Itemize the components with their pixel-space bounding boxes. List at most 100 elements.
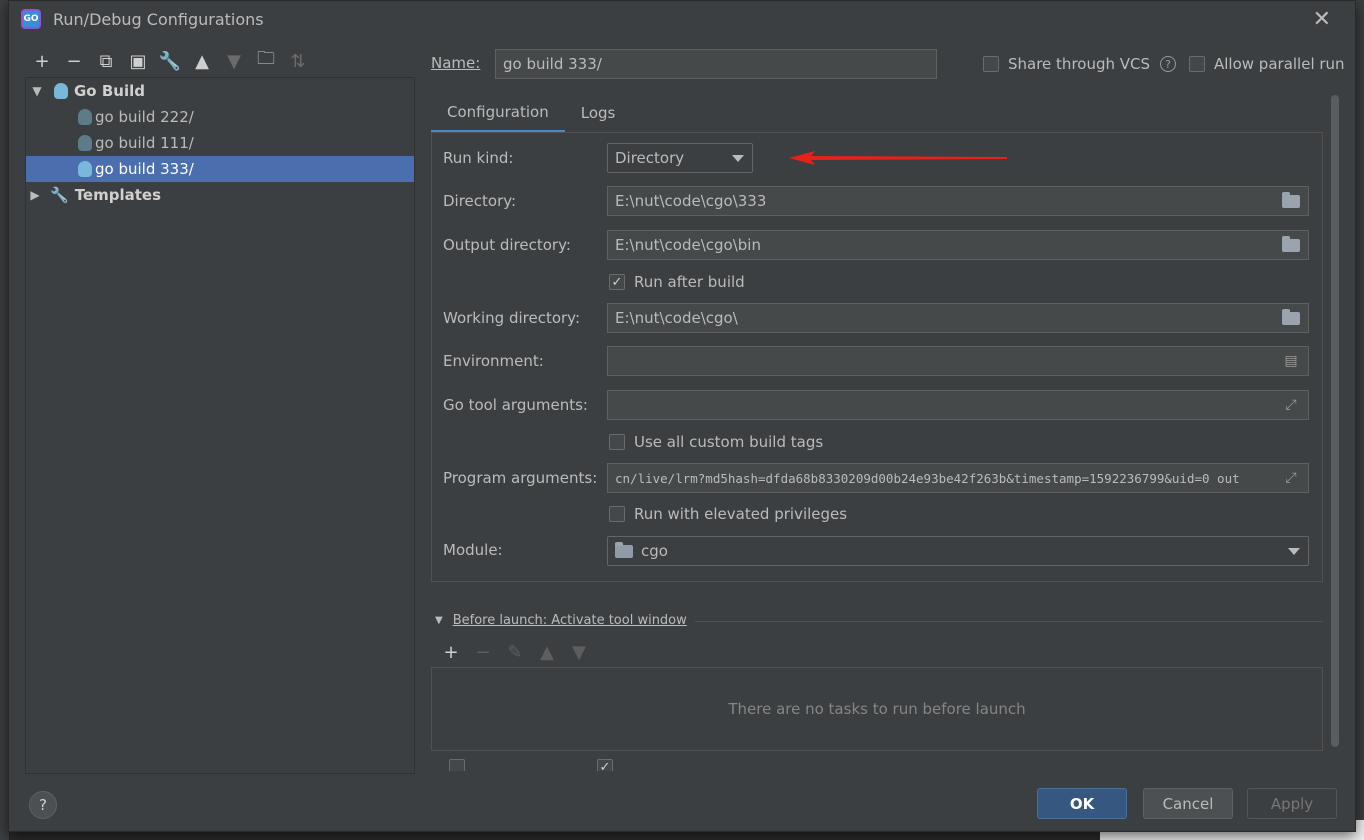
run-debug-dialog: GO Run/Debug Configurations ✕ + − ⧉ ▣ 🔧 … [8,0,1356,832]
folder-add-icon[interactable]: 🗀 [253,48,279,74]
custom-build-tags-checkbox[interactable]: Use all custom build tags [609,433,823,451]
collapsed-arrow-icon[interactable]: ▶ [26,188,44,202]
cut-off-checkbox-row: ✓ [439,757,839,771]
gopher-icon [54,83,68,99]
vertical-scrollbar[interactable] [1331,95,1339,747]
tree-item-go-build-333[interactable]: go build 333/ [26,156,414,182]
share-vcs-checkbox[interactable]: Share through VCS ? [983,55,1177,73]
move-down-icon[interactable]: ▼ [567,641,591,663]
checkbox-box[interactable] [609,506,625,522]
tab-configuration[interactable]: Configuration [431,93,565,133]
help-button[interactable]: ? [29,791,57,819]
run-kind-value: Directory [615,149,685,167]
browse-folder-icon[interactable] [1282,235,1300,253]
expanded-arrow-icon[interactable]: ▼ [435,615,443,626]
tree-item-go-build-111[interactable]: go build 111/ [26,130,414,156]
before-launch-toolbar: + − ✎ ▲ ▼ [439,641,591,663]
add-icon[interactable]: + [29,48,55,74]
annotation-arrow [789,151,1007,165]
checkmark-icon[interactable]: ✓ [609,274,625,290]
before-launch-task-list: There are no tasks to run before launch [431,667,1323,751]
go-tool-arguments-label: Go tool arguments: [443,396,588,414]
tree-group-templates[interactable]: ▶ 🔧 Templates [26,182,414,208]
name-input[interactable]: go build 333/ [495,49,937,79]
tab-logs[interactable]: Logs [565,93,632,133]
expand-icon[interactable]: ⤢ [1282,397,1300,413]
working-directory-input[interactable]: E:\nut\code\cgo\ [607,303,1309,333]
checkmark-icon[interactable]: ✓ [597,759,613,771]
working-directory-label: Working directory: [443,309,581,327]
edit-document-icon[interactable]: ▤ [1282,353,1300,369]
checkbox-box[interactable] [983,56,999,72]
remove-icon[interactable]: − [471,641,495,663]
program-arguments-input[interactable]: cn/live/lrm?md5hash=dfda68b8330209d00b24… [607,463,1309,493]
checkbox-box[interactable] [1189,56,1205,72]
move-up-icon[interactable]: ▲ [189,48,215,74]
run-after-build-checkbox[interactable]: ✓ Run after build [609,273,745,291]
save-icon[interactable]: ▣ [125,48,151,74]
gopher-icon [78,161,92,177]
working-directory-value: E:\nut\code\cgo\ [615,309,738,327]
run-kind-label: Run kind: [443,149,514,167]
chevron-down-icon [732,155,744,162]
browse-folder-icon[interactable] [1282,191,1300,209]
checkbox-box[interactable] [609,434,625,450]
tree-group-go-build[interactable]: ▼ Go Build [26,78,414,104]
help-icon[interactable]: ? [1160,56,1177,72]
remove-icon[interactable]: − [61,48,87,74]
gopher-icon [78,135,92,151]
expanded-arrow-icon[interactable]: ▼ [28,84,46,98]
directory-input[interactable]: E:\nut\code\cgo\333 [607,186,1309,216]
config-tree: ▼ Go Build go build 222/ go build 111/ g… [25,77,415,774]
move-up-icon[interactable]: ▲ [535,641,559,663]
tree-group-label: Templates [74,186,162,204]
run-kind-select[interactable]: Directory [607,143,753,173]
before-launch-divider [695,621,1323,622]
cancel-button[interactable]: Cancel [1143,788,1233,819]
move-down-icon[interactable]: ▼ [221,48,247,74]
run-after-build-label: Run after build [634,273,745,291]
tree-item-label: go build 111/ [95,134,194,152]
elevated-privileges-checkbox[interactable]: Run with elevated privileges [609,505,847,523]
output-directory-value: E:\nut\code\cgo\bin [615,236,761,254]
environment-label: Environment: [443,352,544,370]
tree-item-go-build-222[interactable]: go build 222/ [26,104,414,130]
apply-button[interactable]: Apply [1247,788,1337,819]
program-arguments-label: Program arguments: [443,469,598,487]
directory-label: Directory: [443,192,517,210]
chevron-down-icon [1288,548,1300,555]
module-select[interactable]: cgo [607,536,1309,566]
directory-value: E:\nut\code\cgo\333 [615,192,767,210]
add-icon[interactable]: + [439,641,463,663]
browse-folder-icon[interactable] [1282,308,1300,326]
environment-input[interactable]: ▤ [607,346,1309,376]
copy-icon[interactable]: ⧉ [93,48,119,74]
custom-build-tags-label: Use all custom build tags [634,433,824,451]
window-title: Run/Debug Configurations [53,9,264,29]
elevated-privileges-label: Run with elevated privileges [634,505,848,523]
close-icon[interactable]: ✕ [1313,7,1331,32]
go-tool-arguments-input[interactable]: ⤢ [607,390,1309,420]
wrench-icon: 🔧 [50,186,69,204]
goland-app-icon: GO [21,9,41,29]
output-directory-label: Output directory: [443,236,571,254]
tree-item-label: go build 222/ [95,108,194,126]
config-tabs: Configuration Logs [431,93,631,133]
expand-icon[interactable]: ⤢ [1282,470,1300,486]
wrench-icon[interactable]: 🔧 [157,48,183,74]
gopher-icon [78,109,92,125]
program-arguments-value: cn/live/lrm?md5hash=dfda68b8330209d00b24… [615,470,1240,486]
sort-icon[interactable]: ⇅ [285,48,311,74]
before-launch-header[interactable]: ▼ Before launch: Activate tool window [435,613,687,628]
allow-parallel-checkbox[interactable]: Allow parallel run [1189,55,1345,73]
output-directory-input[interactable]: E:\nut\code\cgo\bin [607,230,1309,260]
name-label: Name: [431,54,481,72]
tree-item-label: go build 333/ [95,160,194,178]
ok-button[interactable]: OK [1037,788,1127,819]
module-label: Module: [443,541,503,559]
module-folder-icon [615,541,633,558]
tree-group-label: Go Build [74,82,145,100]
edit-pencil-icon[interactable]: ✎ [503,641,527,663]
title-bar: GO Run/Debug Configurations ✕ [9,1,1355,37]
checkbox-box[interactable] [449,759,465,771]
